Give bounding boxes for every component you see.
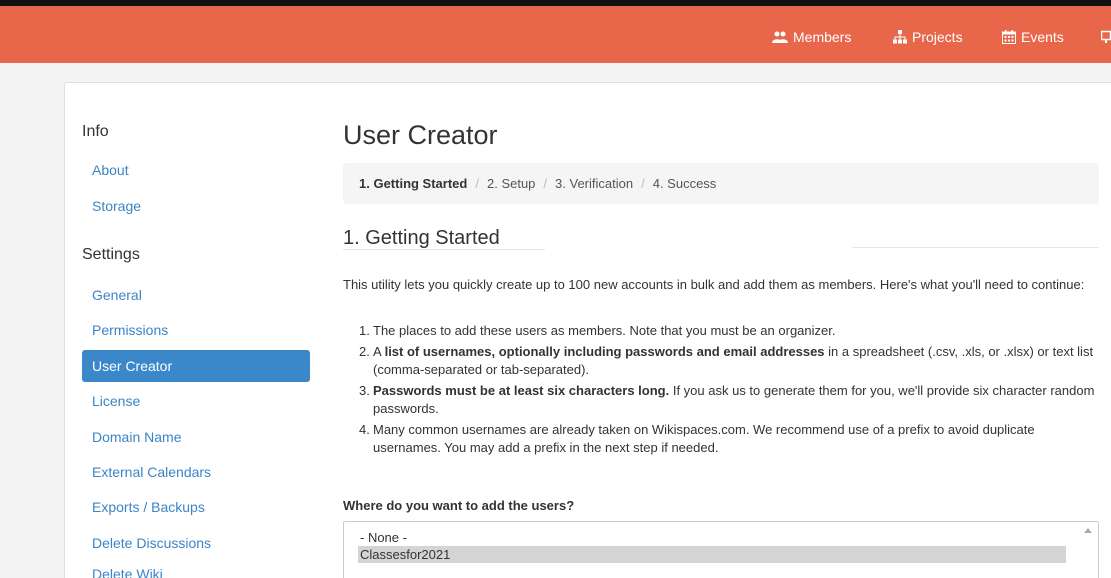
sidebar-item-exports-backups[interactable]: Exports / Backups	[82, 491, 310, 523]
presentation-icon	[1101, 30, 1111, 43]
sidebar-item-permissions[interactable]: Permissions	[82, 314, 310, 346]
members-icon	[772, 31, 788, 43]
select-option-none[interactable]: - None -	[358, 529, 1066, 546]
sidebar-item-user-creator[interactable]: User Creator	[82, 350, 310, 382]
nav-events[interactable]: Events	[1002, 28, 1064, 46]
sidebar-heading-settings: Settings	[82, 246, 140, 263]
breadcrumb-separator: /	[641, 176, 645, 191]
nav-more[interactable]	[1101, 28, 1111, 46]
scroll-up-arrow-icon[interactable]	[1084, 528, 1092, 533]
page-title: User Creator	[343, 120, 498, 150]
sidebar-item-about[interactable]: About	[82, 154, 310, 186]
intro-text: This utility lets you quickly create up …	[343, 277, 1085, 292]
wizard-breadcrumb: 1. Getting Started / 2. Setup / 3. Verif…	[343, 163, 1099, 204]
sidebar-item-external-calendars[interactable]: External Calendars	[82, 456, 310, 488]
list-item: 1. The places to add these users as memb…	[359, 323, 836, 338]
where-to-add-label: Where do you want to add the users?	[343, 498, 575, 513]
section-divider	[343, 249, 545, 250]
sidebar-item-storage[interactable]: Storage	[82, 190, 310, 222]
requirements-list: 1. The places to add these users as memb…	[359, 322, 1099, 460]
sidebar-heading-info: Info	[82, 123, 109, 140]
sidebar-item-delete-wiki[interactable]: Delete Wiki	[82, 558, 310, 578]
nav-projects[interactable]: Projects	[893, 28, 963, 46]
breadcrumb-step-getting-started: 1. Getting Started	[359, 176, 468, 191]
section-title: 1. Getting Started	[343, 227, 500, 249]
breadcrumb-step-verification: 3. Verification	[555, 176, 634, 191]
sidebar-item-license[interactable]: License	[82, 385, 310, 417]
list-item: 3. Passwords must be at least six charac…	[359, 383, 1095, 416]
sitemap-icon	[893, 30, 907, 44]
list-item: 4. Many common usernames are already tak…	[359, 422, 1035, 455]
calendar-icon	[1002, 30, 1016, 44]
sidebar-item-domain-name[interactable]: Domain Name	[82, 421, 310, 453]
nav-members-label: Members	[793, 29, 852, 45]
list-item: 2. A list of usernames, optionally inclu…	[359, 344, 1094, 377]
sidebar-item-general[interactable]: General	[82, 279, 310, 311]
nav-projects-label: Projects	[912, 29, 963, 45]
section-divider	[852, 247, 1099, 248]
nav-members[interactable]: Members	[772, 28, 851, 46]
breadcrumb-separator: /	[543, 176, 548, 191]
breadcrumb-separator: /	[475, 176, 479, 191]
nav-events-label: Events	[1021, 29, 1064, 45]
breadcrumb-step-setup: 2. Setup	[486, 176, 536, 191]
select-option-classesfor2021[interactable]: Classesfor2021	[358, 546, 1066, 563]
breadcrumb-step-success: 4. Success	[652, 176, 717, 191]
top-navigation-bar: Members Projects Events	[0, 6, 1111, 63]
places-multiselect[interactable]: - None - Classesfor2021	[343, 521, 1099, 578]
sidebar-item-delete-discussions[interactable]: Delete Discussions	[82, 527, 310, 559]
